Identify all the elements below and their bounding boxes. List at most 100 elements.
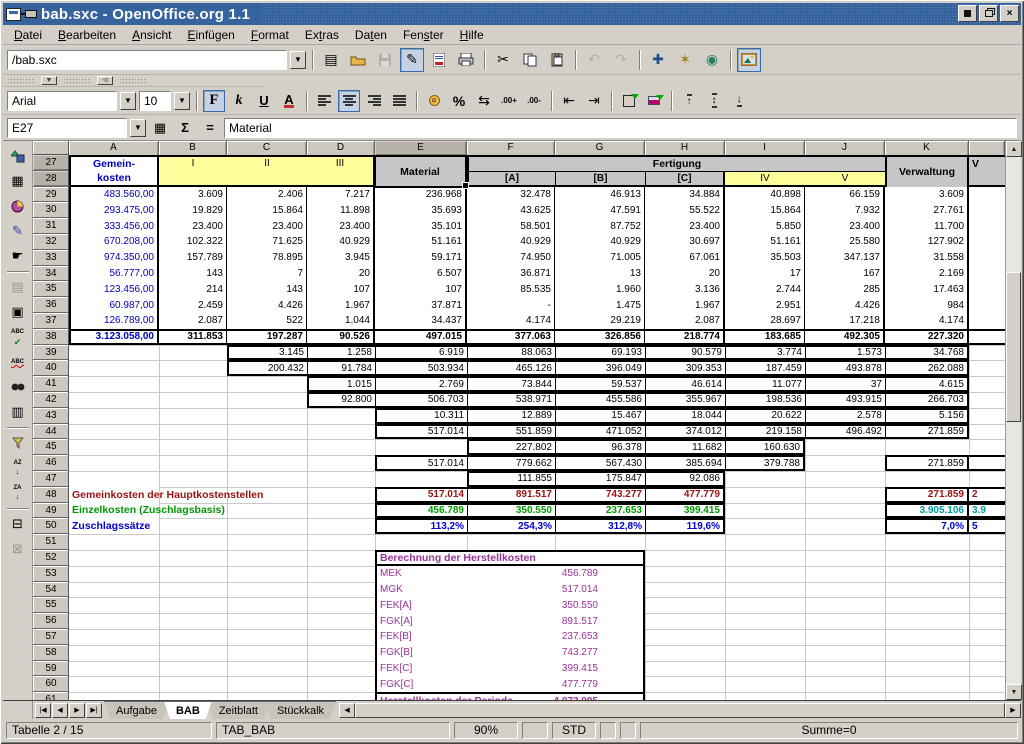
cell-D37[interactable]: 1.044 xyxy=(307,313,375,329)
cell-E55[interactable]: FEK[A] xyxy=(375,597,467,613)
column-header-G[interactable]: G xyxy=(555,141,645,155)
row-header-30[interactable]: 30 xyxy=(33,202,69,218)
cell-D38[interactable]: 90.526 xyxy=(307,329,375,345)
cell-E48[interactable]: 517.014 xyxy=(375,487,467,503)
cell-K50[interactable]: 7,0% xyxy=(885,518,969,534)
row-header-36[interactable]: 36 xyxy=(33,297,69,313)
cell-E59[interactable]: FEK[C] xyxy=(375,661,467,677)
cell-E44[interactable]: 517.014 xyxy=(375,424,467,440)
align-vcenter-icon[interactable]: ↕ xyxy=(703,90,725,112)
cell-L32[interactable] xyxy=(969,234,1005,250)
cell-F47[interactable]: 111.855 xyxy=(467,471,555,487)
cell-J29[interactable]: 66.159 xyxy=(805,187,885,203)
cell-K36[interactable]: 984 xyxy=(885,297,969,313)
cell-L33[interactable] xyxy=(969,250,1005,266)
cell-A32[interactable]: 670.208,00 xyxy=(69,234,159,250)
scroll-left-icon[interactable]: ◀ xyxy=(339,703,355,718)
cell-B34[interactable]: 143 xyxy=(159,266,227,282)
sort-descending-icon[interactable]: ZA↓ xyxy=(6,481,30,505)
minimize-button[interactable] xyxy=(958,5,977,22)
cell-C36[interactable]: 4.426 xyxy=(227,297,307,313)
cell-E53[interactable]: MEK xyxy=(375,566,467,582)
cell-H43[interactable]: 18.044 xyxy=(645,408,725,424)
cell-F45[interactable]: 227.802 xyxy=(467,439,555,455)
remove-decimal-icon[interactable]: .00- xyxy=(523,90,545,112)
cell-F36[interactable]: - xyxy=(467,297,555,313)
cell-I44[interactable]: 219.158 xyxy=(725,424,805,440)
cut-icon[interactable]: ✂ xyxy=(491,48,515,72)
row-header-37[interactable]: 37 xyxy=(33,313,69,329)
scroll-down-icon[interactable]: ▼ xyxy=(1006,684,1022,700)
cell-A35[interactable]: 123.456,00 xyxy=(69,281,159,297)
cell-H33[interactable]: 67.061 xyxy=(645,250,725,266)
grid-body[interactable]: Gemein-IIIIIIMaterialFertigungVerwaltung… xyxy=(69,155,1005,700)
row-header-55[interactable]: 55 xyxy=(33,597,69,613)
stylist-icon[interactable]: ✶ xyxy=(673,48,697,72)
cell-B27[interactable]: I xyxy=(159,155,227,171)
cell-I33[interactable]: 35.503 xyxy=(725,250,805,266)
cell-E36[interactable]: 37.871 xyxy=(375,297,467,313)
cell-H45[interactable]: 11.682 xyxy=(645,439,725,455)
row-header-34[interactable]: 34 xyxy=(33,266,69,282)
cell-G33[interactable]: 71.005 xyxy=(555,250,645,266)
cell-J42[interactable]: 493.915 xyxy=(805,392,885,408)
cell-D36[interactable]: 1.967 xyxy=(307,297,375,313)
status-sum[interactable]: Summe=0 xyxy=(640,722,1018,739)
standard-format-icon[interactable]: ⇆ xyxy=(473,90,495,112)
align-justify-icon[interactable] xyxy=(388,90,410,112)
select-all-corner[interactable] xyxy=(33,141,69,155)
cell-H37[interactable]: 2.087 xyxy=(645,313,725,329)
cell-F44[interactable]: 551.859 xyxy=(467,424,555,440)
cell-C39[interactable]: 3.145 xyxy=(227,345,307,361)
cell-F40[interactable]: 465.126 xyxy=(467,360,555,376)
cell-J36[interactable]: 4.426 xyxy=(805,297,885,313)
cell-E37[interactable]: 34.437 xyxy=(375,313,467,329)
sheet-tab-zeitblatt[interactable]: Zeitblatt xyxy=(207,701,270,719)
cell-B29[interactable]: 3.609 xyxy=(159,187,227,203)
align-right-icon[interactable] xyxy=(363,90,385,112)
cell-D33[interactable]: 3.945 xyxy=(307,250,375,266)
cell-H28[interactable]: [C] xyxy=(645,171,725,187)
cell-E38[interactable]: 497.015 xyxy=(375,329,467,345)
cell-K42[interactable]: 266.703 xyxy=(885,392,969,408)
cell-D31[interactable]: 23.400 xyxy=(307,218,375,234)
cell-I42[interactable]: 198.536 xyxy=(725,392,805,408)
cell-G32[interactable]: 40.929 xyxy=(555,234,645,250)
gallery-icon[interactable] xyxy=(737,48,761,72)
cell-K29[interactable]: 3.609 xyxy=(885,187,969,203)
cell-G40[interactable]: 396.049 xyxy=(555,360,645,376)
cell-A33[interactable]: 974.350,00 xyxy=(69,250,159,266)
cell-K48[interactable]: 271.859 xyxy=(885,487,969,503)
ungroup-icon[interactable]: ⊠ xyxy=(6,537,30,561)
sheet-tab-aufgabe[interactable]: Aufgabe xyxy=(104,701,169,719)
cell-D35[interactable]: 107 xyxy=(307,281,375,297)
cell-G37[interactable]: 29.219 xyxy=(555,313,645,329)
cell-A34[interactable]: 56.777,00 xyxy=(69,266,159,282)
cell-A48[interactable]: Gemeinkosten der Hauptkostenstellen xyxy=(69,487,159,503)
row-header-52[interactable]: 52 xyxy=(33,550,69,566)
cell-G36[interactable]: 1.475 xyxy=(555,297,645,313)
cell-H30[interactable]: 55.522 xyxy=(645,202,725,218)
column-header-D[interactable]: D xyxy=(307,141,375,155)
data-sources-icon[interactable]: ▥ xyxy=(6,400,30,424)
sum-icon[interactable]: Σ xyxy=(174,118,196,138)
cell-K33[interactable]: 31.558 xyxy=(885,250,969,266)
export-pdf-icon[interactable] xyxy=(427,48,451,72)
cell-I32[interactable]: 51.161 xyxy=(725,234,805,250)
underline-button[interactable]: U xyxy=(253,90,275,112)
column-header-F[interactable]: F xyxy=(467,141,555,155)
cell-L37[interactable] xyxy=(969,313,1005,329)
cell-K40[interactable]: 262.088 xyxy=(885,360,969,376)
cell-K27[interactable]: Verwaltung xyxy=(885,155,969,187)
cell-reference-box[interactable]: E27 xyxy=(7,118,127,138)
cell-G38[interactable]: 326.856 xyxy=(555,329,645,345)
cell-G29[interactable]: 46.913 xyxy=(555,187,645,203)
row-header-41[interactable]: 41 xyxy=(33,376,69,392)
sheet-tab-bab[interactable]: BAB xyxy=(164,701,212,719)
column-header-C[interactable]: C xyxy=(227,141,307,155)
spellcheck-icon[interactable]: ABC✔ xyxy=(6,325,30,349)
align-left-icon[interactable] xyxy=(313,90,335,112)
menu-daten[interactable]: Daten xyxy=(348,27,394,43)
cell-F27[interactable]: Fertigung xyxy=(467,155,885,171)
cell-I46[interactable]: 379.788 xyxy=(725,455,805,471)
